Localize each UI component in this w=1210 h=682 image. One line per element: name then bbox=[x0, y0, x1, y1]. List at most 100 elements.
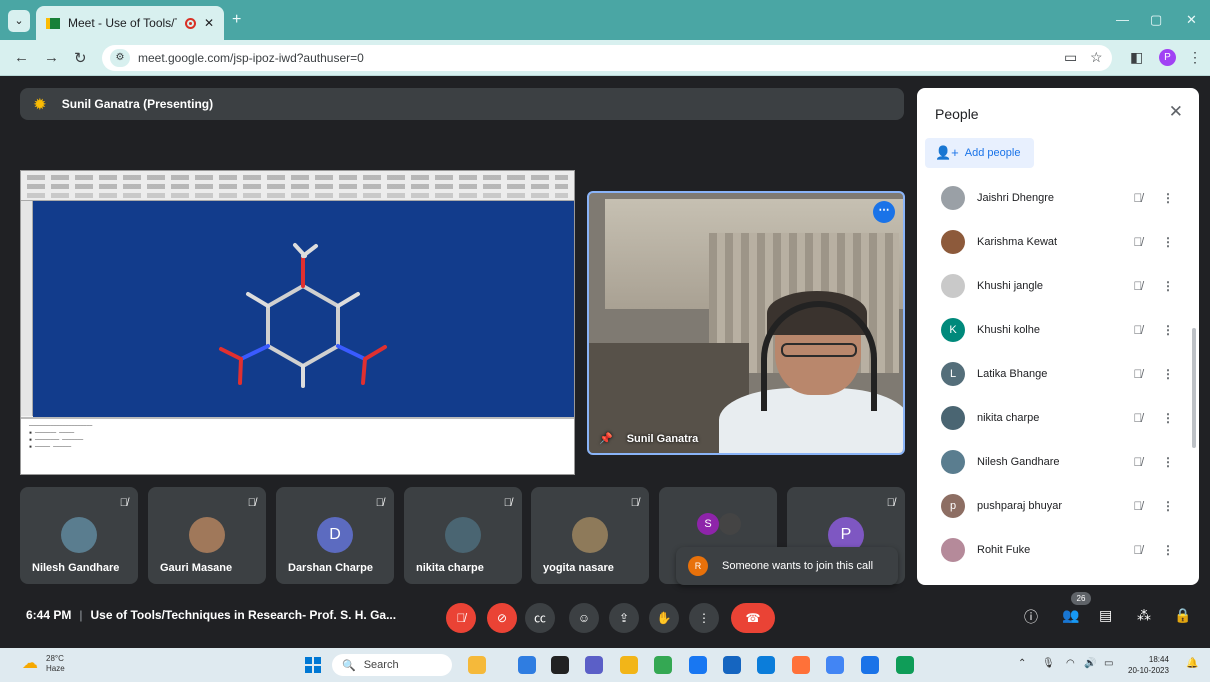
search-icon: 🔍 bbox=[342, 659, 356, 672]
list-item[interactable]: K Khushi kolhe 🎙̸ ⋮ bbox=[925, 308, 1183, 352]
pin-icon[interactable]: 📌 bbox=[599, 432, 613, 445]
add-people-button[interactable]: 👤+ Add people bbox=[925, 138, 1034, 168]
reload-button[interactable]: ↻ bbox=[74, 49, 87, 67]
widget-app-icon[interactable] bbox=[468, 656, 486, 674]
chrome-profile-icon[interactable] bbox=[861, 656, 879, 674]
wifi-icon[interactable]: ◠ bbox=[1066, 658, 1075, 669]
participant-tile[interactable]: 🎙̸ nikita charpe bbox=[404, 487, 522, 584]
captions-button[interactable]: ㏄ bbox=[525, 603, 555, 633]
leave-call-button[interactable]: ☎ bbox=[731, 603, 775, 633]
participant-tile[interactable]: 🎙̸ Nilesh Gandhare bbox=[20, 487, 138, 584]
file-explorer-icon[interactable] bbox=[620, 656, 638, 674]
browser-menu-icon[interactable]: ⋮ bbox=[1188, 49, 1202, 66]
participant-name: Khushi kolhe bbox=[977, 324, 1040, 336]
app-icon[interactable] bbox=[896, 656, 914, 674]
forward-button[interactable]: → bbox=[44, 49, 59, 66]
back-button[interactable]: ← bbox=[14, 49, 29, 66]
activities-icon[interactable]: ⁂ bbox=[1137, 607, 1151, 624]
store-icon[interactable] bbox=[723, 656, 741, 674]
tile-more-options-button[interactable]: ⋯ bbox=[873, 201, 895, 223]
muted-mic-icon[interactable]: 🎙̸ bbox=[1123, 499, 1153, 513]
window-close-button[interactable]: ✕ bbox=[1186, 12, 1197, 28]
meeting-details-icon[interactable]: ⓘ bbox=[1024, 607, 1038, 627]
more-options-icon[interactable]: ⋮ bbox=[1153, 235, 1183, 249]
participant-tile[interactable]: 🎙̸ D Darshan Charpe bbox=[276, 487, 394, 584]
bookmark-star-icon[interactable]: ☆ bbox=[1090, 49, 1103, 66]
participant-name: Karishma Kewat bbox=[977, 236, 1058, 248]
muted-mic-icon[interactable]: 🎙̸ bbox=[1123, 279, 1153, 293]
chat-icon[interactable]: ▤ bbox=[1099, 607, 1112, 624]
participant-tile[interactable]: 🎙̸ Gauri Masane bbox=[148, 487, 266, 584]
list-item[interactable]: p pushparaj bhuyar 🎙̸ ⋮ bbox=[925, 484, 1183, 528]
edge-icon[interactable] bbox=[757, 656, 775, 674]
taskbar-search[interactable]: 🔍 Search bbox=[332, 654, 452, 676]
profile-avatar[interactable]: P bbox=[1159, 49, 1176, 66]
list-item[interactable]: Khushi jangle 🎙̸ ⋮ bbox=[925, 264, 1183, 308]
more-options-icon[interactable]: ⋮ bbox=[1153, 499, 1183, 513]
list-item[interactable]: nikita charpe 🎙̸ ⋮ bbox=[925, 396, 1183, 440]
minimize-button[interactable]: — bbox=[1116, 12, 1129, 27]
maximize-button[interactable]: ▢ bbox=[1150, 12, 1162, 28]
more-options-icon[interactable]: ⋮ bbox=[1153, 411, 1183, 425]
weather-widget[interactable]: ☁ 28°C Haze bbox=[22, 654, 65, 674]
list-item[interactable]: Karishma Kewat 🎙̸ ⋮ bbox=[925, 220, 1183, 264]
list-item[interactable]: Rohit Fuke 🎙̸ ⋮ bbox=[925, 528, 1183, 572]
new-tab-button[interactable]: + bbox=[232, 11, 241, 29]
browser-tab[interactable]: Meet - Use of Tools/Techni ✕ bbox=[36, 6, 224, 40]
screen-root: ⌄ Meet - Use of Tools/Techni ✕ + — ▢ ✕ ←… bbox=[0, 0, 1210, 682]
avatar bbox=[719, 513, 741, 535]
more-options-icon[interactable]: ⋮ bbox=[1153, 455, 1183, 469]
microphone-icon[interactable]: 🎙 bbox=[1042, 658, 1055, 669]
people-icon[interactable]: 👥 bbox=[1062, 607, 1079, 624]
site-info-icon[interactable]: ⚙ bbox=[110, 49, 130, 67]
close-icon[interactable]: ✕ bbox=[1169, 102, 1183, 122]
tab-close-icon[interactable]: ✕ bbox=[204, 16, 214, 30]
camera-toggle-button[interactable]: ⊘ bbox=[487, 603, 517, 633]
panel-scrollbar[interactable] bbox=[1192, 328, 1196, 448]
battery-icon[interactable]: ▭ bbox=[1104, 658, 1113, 669]
tab-search-button[interactable]: ⌄ bbox=[8, 10, 30, 32]
reactions-button[interactable]: ☺ bbox=[569, 603, 599, 633]
mic-toggle-button[interactable]: 🎙̸ bbox=[446, 603, 476, 633]
chrome-icon[interactable] bbox=[654, 656, 672, 674]
muted-mic-icon[interactable]: 🎙̸ bbox=[1123, 235, 1153, 249]
volume-icon[interactable]: 🔊 bbox=[1084, 658, 1096, 669]
address-bar[interactable]: ⚙ meet.google.com/jsp-ipoz-iwd?authuser=… bbox=[102, 45, 1112, 71]
more-options-icon[interactable]: ⋮ bbox=[1153, 543, 1183, 557]
list-item[interactable]: Nilesh Gandhare 🎙̸ ⋮ bbox=[925, 440, 1183, 484]
raise-hand-button[interactable]: ✋ bbox=[649, 603, 679, 633]
list-item[interactable]: L Latika Bhange 🎙̸ ⋮ bbox=[925, 352, 1183, 396]
muted-mic-icon: 🎙̸ bbox=[375, 497, 384, 509]
more-options-button[interactable]: ⋮ bbox=[689, 603, 719, 633]
more-options-icon[interactable]: ⋮ bbox=[1153, 323, 1183, 337]
teams-icon[interactable] bbox=[585, 656, 603, 674]
more-options-icon[interactable]: ⋮ bbox=[1153, 367, 1183, 381]
host-controls-icon[interactable]: 🔒 bbox=[1174, 607, 1191, 624]
system-clock[interactable]: 18:44 20-10-2023 bbox=[1128, 654, 1169, 676]
app-icon[interactable] bbox=[551, 656, 569, 674]
participant-tile[interactable]: 🎙̸ yogita nasare bbox=[531, 487, 649, 584]
tray-overflow-icon[interactable]: ⌃ bbox=[1018, 658, 1026, 669]
present-button[interactable]: ⇪ bbox=[609, 603, 639, 633]
participant-name: Darshan Charpe bbox=[288, 562, 373, 574]
notification-bell-icon[interactable]: 🔔 bbox=[1186, 658, 1198, 669]
muted-mic-icon[interactable]: 🎙̸ bbox=[1123, 543, 1153, 557]
muted-mic-icon[interactable]: 🎙̸ bbox=[1123, 367, 1153, 381]
more-options-icon[interactable]: ⋮ bbox=[1153, 191, 1183, 205]
muted-mic-icon[interactable]: 🎙̸ bbox=[1123, 191, 1153, 205]
speaker-video-tile[interactable]: ⋯ 📌 Sunil Ganatra bbox=[587, 191, 905, 455]
more-options-icon[interactable]: ⋮ bbox=[1153, 279, 1183, 293]
presenting-icon: ✹ bbox=[34, 95, 46, 112]
muted-mic-icon[interactable]: 🎙̸ bbox=[1123, 323, 1153, 337]
task-view-icon[interactable] bbox=[518, 656, 536, 674]
chrome-profile-icon[interactable] bbox=[826, 656, 844, 674]
firefox-icon[interactable] bbox=[792, 656, 810, 674]
facebook-icon[interactable] bbox=[689, 656, 707, 674]
muted-mic-icon[interactable]: 🎙̸ bbox=[1123, 455, 1153, 469]
join-request-toast[interactable]: R Someone wants to join this call bbox=[676, 547, 898, 585]
muted-mic-icon[interactable]: 🎙̸ bbox=[1123, 411, 1153, 425]
list-item[interactable]: Jaishri Dhengre 🎙̸ ⋮ bbox=[925, 176, 1183, 220]
camera-icon[interactable]: ▭ bbox=[1064, 49, 1077, 66]
side-panel-icon[interactable]: ◧ bbox=[1130, 49, 1143, 66]
windows-start-icon[interactable] bbox=[305, 657, 321, 673]
